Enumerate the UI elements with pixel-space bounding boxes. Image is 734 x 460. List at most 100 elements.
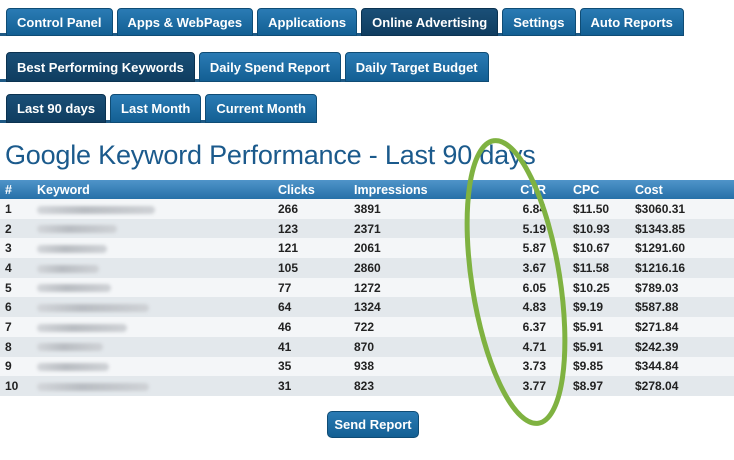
cpc-cell: $11.58 <box>551 258 630 278</box>
row-number: 1 <box>0 199 32 219</box>
row-number: 3 <box>0 238 32 259</box>
redacted-keyword <box>37 323 127 332</box>
keyword-performance-table: # Keyword Clicks Impressions CTR CPC Cos… <box>0 180 734 396</box>
keyword-cell <box>32 376 273 396</box>
row-number: 6 <box>0 297 32 318</box>
tab-best-performing-keywords[interactable]: Best Performing Keywords <box>6 52 195 82</box>
ctr-cell: 3.77 <box>497 376 551 396</box>
tab-daily-spend-report[interactable]: Daily Spend Report <box>198 52 341 82</box>
tab-control-panel[interactable]: Control Panel <box>6 8 113 36</box>
col-header-impressions[interactable]: Impressions <box>349 180 497 199</box>
row-number: 10 <box>0 376 32 396</box>
redacted-keyword <box>37 382 149 391</box>
clicks-cell: 266 <box>273 199 349 219</box>
redacted-keyword <box>37 264 99 273</box>
table-row: 8 41 870 4.71 $5.91 $242.39 <box>0 336 734 357</box>
table-row: 9 35 938 3.73 $9.85 $344.84 <box>0 356 734 377</box>
report-tab-bar: Best Performing Keywords Daily Spend Rep… <box>0 52 493 82</box>
tab-applications[interactable]: Applications <box>257 8 358 36</box>
cost-cell: $3060.31 <box>630 199 734 219</box>
row-number: 7 <box>0 317 32 337</box>
table-row: 5 77 1272 6.05 $10.25 $789.03 <box>0 277 734 298</box>
cpc-cell: $10.93 <box>551 218 630 239</box>
cost-cell: $271.84 <box>630 317 734 337</box>
col-header-cost[interactable]: Cost <box>630 180 734 199</box>
tab-current-month[interactable]: Current Month <box>205 94 317 123</box>
row-number: 8 <box>0 336 32 357</box>
cpc-cell: $5.91 <box>551 336 630 357</box>
impressions-cell: 1324 <box>349 297 497 318</box>
clicks-cell: 77 <box>273 277 349 298</box>
table-row: 1 266 3891 6.84 $11.50 $3060.31 <box>0 199 734 219</box>
tab-settings[interactable]: Settings <box>502 8 576 36</box>
clicks-cell: 35 <box>273 356 349 377</box>
report-title: Google Keyword Performance - Last 90 day… <box>5 140 536 170</box>
table-row: 3 121 2061 5.87 $10.67 $1291.60 <box>0 238 734 259</box>
clicks-cell: 123 <box>273 218 349 239</box>
keyword-cell <box>32 199 273 219</box>
redacted-keyword <box>37 343 103 352</box>
cpc-cell: $9.19 <box>551 297 630 318</box>
tab-daily-target-budget[interactable]: Daily Target Budget <box>344 52 489 82</box>
impressions-cell: 3891 <box>349 199 497 219</box>
cost-cell: $278.04 <box>630 376 734 396</box>
ctr-cell: 3.67 <box>497 258 551 278</box>
clicks-cell: 31 <box>273 376 349 396</box>
keyword-cell <box>32 317 273 337</box>
col-header-cpc[interactable]: CPC <box>551 180 630 199</box>
cost-cell: $1291.60 <box>630 238 734 259</box>
tab-online-advertising[interactable]: Online Advertising <box>361 8 499 36</box>
ctr-cell: 6.05 <box>497 277 551 298</box>
row-number: 4 <box>0 258 32 278</box>
ctr-cell: 4.71 <box>497 336 551 357</box>
impressions-cell: 2860 <box>349 258 497 278</box>
row-number: 5 <box>0 277 32 298</box>
row-number: 9 <box>0 356 32 377</box>
impressions-cell: 823 <box>349 376 497 396</box>
table-header-row: # Keyword Clicks Impressions CTR CPC Cos… <box>0 180 734 199</box>
redacted-keyword <box>37 284 111 293</box>
table-row: 4 105 2860 3.67 $11.58 $1216.16 <box>0 258 734 278</box>
cpc-cell: $10.25 <box>551 277 630 298</box>
col-header-number[interactable]: # <box>0 180 32 199</box>
keyword-cell <box>32 356 273 377</box>
ctr-cell: 6.84 <box>497 199 551 219</box>
col-header-clicks[interactable]: Clicks <box>273 180 349 199</box>
cost-cell: $344.84 <box>630 356 734 377</box>
keyword-cell <box>32 238 273 259</box>
cost-cell: $587.88 <box>630 297 734 318</box>
redacted-keyword <box>37 304 149 313</box>
cpc-cell: $9.85 <box>551 356 630 377</box>
table-row: 6 64 1324 4.83 $9.19 $587.88 <box>0 297 734 318</box>
keyword-cell <box>32 297 273 318</box>
col-header-keyword[interactable]: Keyword <box>32 180 273 199</box>
cost-cell: $242.39 <box>630 336 734 357</box>
table-body: 1 266 3891 6.84 $11.50 $3060.31 2 123 2371 5.19 $1… <box>0 199 734 396</box>
send-report-button[interactable]: Send Report <box>327 411 419 438</box>
cpc-cell: $10.67 <box>551 238 630 259</box>
clicks-cell: 121 <box>273 238 349 259</box>
keyword-cell <box>32 218 273 239</box>
redacted-keyword <box>37 205 155 214</box>
cpc-cell: $11.50 <box>551 199 630 219</box>
cost-cell: $789.03 <box>630 277 734 298</box>
redacted-keyword <box>37 225 117 234</box>
redacted-keyword <box>37 245 107 254</box>
ctr-cell: 5.19 <box>497 218 551 239</box>
tab-apps-webpages[interactable]: Apps & WebPages <box>116 8 254 36</box>
col-header-ctr[interactable]: CTR <box>497 180 551 199</box>
period-tab-bar: Last 90 days Last Month Current Month <box>0 94 321 123</box>
table-row: 2 123 2371 5.19 $10.93 $1343.85 <box>0 218 734 239</box>
tab-auto-reports[interactable]: Auto Reports <box>579 8 684 36</box>
tab-last-90-days[interactable]: Last 90 days <box>6 94 107 123</box>
impressions-cell: 2371 <box>349 218 497 239</box>
tab-last-month[interactable]: Last Month <box>110 94 202 123</box>
impressions-cell: 2061 <box>349 238 497 259</box>
clicks-cell: 105 <box>273 258 349 278</box>
keyword-cell <box>32 258 273 278</box>
table-row: 10 31 823 3.77 $8.97 $278.04 <box>0 376 734 396</box>
ctr-cell: 3.73 <box>497 356 551 377</box>
keyword-cell <box>32 277 273 298</box>
table-row: 7 46 722 6.37 $5.91 $271.84 <box>0 317 734 337</box>
row-number: 2 <box>0 218 32 239</box>
